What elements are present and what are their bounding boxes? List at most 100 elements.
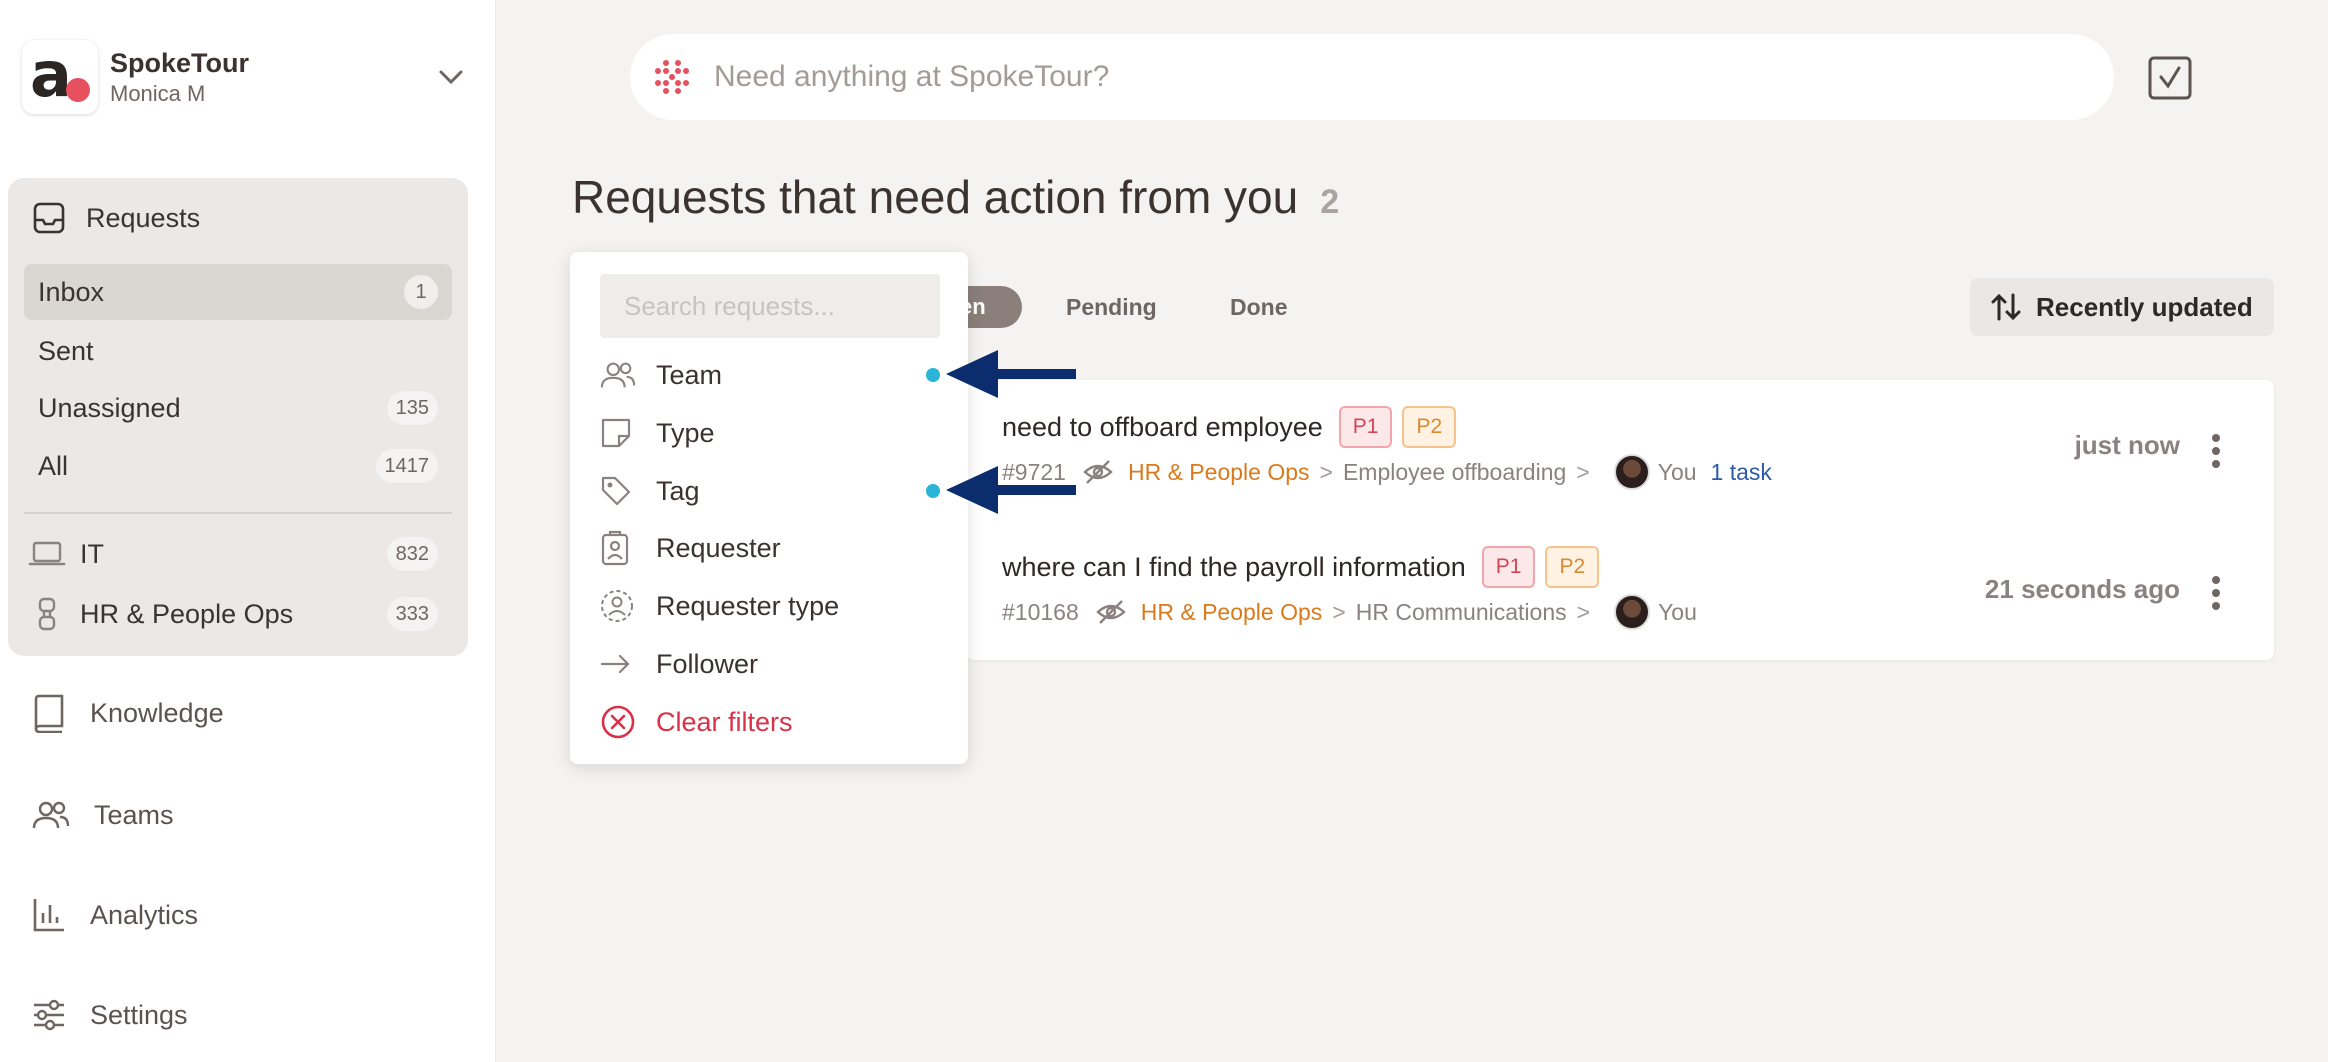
breadcrumb-separator: >: [1332, 598, 1346, 625]
count-badge: 1: [404, 275, 438, 309]
team-link[interactable]: HR & People Ops: [1141, 599, 1323, 626]
arrow-right-icon: [600, 654, 630, 674]
priority-badge: P2: [1545, 546, 1600, 588]
filter-option-requester-type[interactable]: Requester type: [600, 580, 940, 632]
category-link[interactable]: Employee offboarding: [1343, 459, 1566, 486]
hourglass-icon: [38, 597, 56, 631]
filter-option-label: Requester: [656, 532, 781, 563]
filter-option-requester[interactable]: Requester: [600, 522, 940, 574]
sidebar-item-label: All: [38, 450, 69, 481]
nav-label: Knowledge: [90, 697, 224, 728]
sidebar-item-inbox[interactable]: Inbox 1: [24, 264, 452, 320]
breadcrumb-separator: >: [1576, 458, 1590, 485]
assignee: You: [1657, 458, 1697, 485]
nav-analytics[interactable]: Analytics: [32, 890, 198, 940]
note-icon: [601, 418, 631, 448]
filter-option-tag[interactable]: Tag: [600, 465, 940, 517]
workspace-user: Monica M: [110, 81, 206, 106]
assignee: You: [1658, 598, 1697, 625]
filter-option-label: Follower: [656, 648, 759, 679]
count-badge: 832: [386, 537, 438, 571]
tab-label: Done: [1230, 293, 1288, 320]
tag-icon: [601, 476, 631, 506]
updated-time: 21 seconds ago: [1984, 574, 2180, 604]
count-badge: 1417: [375, 449, 438, 483]
request-title[interactable]: where can I find the payroll information: [1002, 552, 1466, 583]
search-placeholder: Need anything at SpokeTour?: [714, 60, 1110, 93]
clear-filters-label: Clear filters: [656, 706, 793, 737]
book-icon: [34, 694, 64, 733]
workspace-name: SpokeTour: [110, 48, 250, 78]
sliders-icon: [34, 999, 64, 1031]
hidden-eye-icon: [1083, 460, 1113, 484]
close-circle-icon: [601, 705, 635, 739]
priority-badge: P1: [1338, 406, 1393, 448]
annotation-arrow-icon: [946, 466, 1076, 514]
breadcrumb-separator: >: [1319, 458, 1333, 485]
sidebar-item-label: Sent: [38, 335, 94, 366]
filter-option-type[interactable]: Type: [600, 407, 940, 459]
nav-label: Teams: [94, 799, 174, 830]
global-search-bar[interactable]: Need anything at SpokeTour?: [630, 34, 2114, 120]
avatar: [1614, 594, 1651, 630]
chevron-down-icon[interactable]: [436, 62, 466, 92]
workspace-switcher[interactable]: a SpokeTour Monica M: [22, 40, 478, 114]
hidden-eye-icon: [1095, 600, 1126, 624]
people-icon: [32, 801, 70, 829]
tab-done[interactable]: Done: [1230, 286, 1288, 328]
filter-dropdown: Team Type Tag Requester Requester type F…: [570, 252, 968, 764]
more-options-icon[interactable]: [2212, 576, 2220, 615]
breadcrumb-separator: >: [1576, 598, 1591, 625]
page-title-text: Requests that need action from you: [572, 171, 1299, 223]
filter-option-label: Requester type: [656, 590, 840, 621]
sidebar-item-it[interactable]: IT 832: [24, 526, 452, 582]
nav-settings[interactable]: Settings: [32, 990, 188, 1040]
logo-letter: a: [30, 38, 72, 111]
sidebar-item-sent[interactable]: Sent: [24, 323, 452, 379]
sidebar-item-unassigned[interactable]: Unassigned 135: [24, 380, 452, 436]
nav-label: Settings: [90, 999, 188, 1030]
requests-label: Requests: [86, 202, 201, 233]
sidebar-item-label: Unassigned: [38, 392, 181, 423]
filter-search-input[interactable]: [600, 274, 940, 338]
requests-panel: Requests Inbox 1 Sent Unassigned 135 All…: [8, 178, 468, 656]
avatar: [1613, 454, 1650, 490]
logo-dot: [66, 78, 90, 102]
more-options-icon[interactable]: [2212, 434, 2220, 473]
badge-icon: [601, 530, 629, 566]
priority-badge: P1: [1481, 546, 1536, 588]
nav-teams[interactable]: Teams: [32, 790, 174, 840]
tab-label: Pending: [1066, 293, 1157, 320]
chart-icon: [33, 899, 64, 932]
annotation-arrow-icon: [946, 350, 1076, 398]
request-title[interactable]: need to offboard employee: [1002, 412, 1323, 443]
checkbox-task-icon[interactable]: [2148, 56, 2192, 100]
filter-option-team[interactable]: Team: [600, 349, 940, 401]
count-badge: 135: [386, 391, 438, 425]
sidebar-item-hr-people-ops[interactable]: HR & People Ops 333: [24, 586, 452, 642]
sidebar: a SpokeTour Monica M Requests Inbox 1 Se…: [0, 0, 496, 1062]
team-link[interactable]: HR & People Ops: [1128, 459, 1310, 486]
nav-label: Analytics: [90, 899, 199, 930]
sidebar-item-label: IT: [80, 538, 104, 569]
category-link[interactable]: HR Communications: [1356, 599, 1567, 626]
laptop-icon: [28, 541, 66, 566]
people-icon: [600, 362, 636, 388]
request-id: #10168: [1002, 598, 1079, 625]
requests-header[interactable]: Requests: [32, 196, 200, 240]
nav-knowledge[interactable]: Knowledge: [32, 688, 224, 738]
filter-option-follower[interactable]: Follower: [600, 638, 940, 690]
filter-option-label: Tag: [656, 475, 700, 506]
active-filter-dot: [926, 368, 940, 382]
sort-button[interactable]: Recently updated: [1970, 278, 2274, 336]
sort-arrows-icon: [1991, 293, 2021, 321]
dashed-user-icon: [601, 590, 633, 622]
page-title-count: 2: [1320, 183, 1340, 221]
clear-filters-button[interactable]: Clear filters: [600, 696, 940, 748]
sidebar-item-all[interactable]: All 1417: [24, 438, 452, 494]
task-link[interactable]: 1 task: [1711, 459, 1772, 486]
page-title: Requests that need action from you 2: [572, 170, 1339, 224]
workspace-logo: a: [22, 40, 98, 114]
tab-pending[interactable]: Pending: [1066, 286, 1157, 328]
count-badge: 333: [386, 597, 438, 631]
